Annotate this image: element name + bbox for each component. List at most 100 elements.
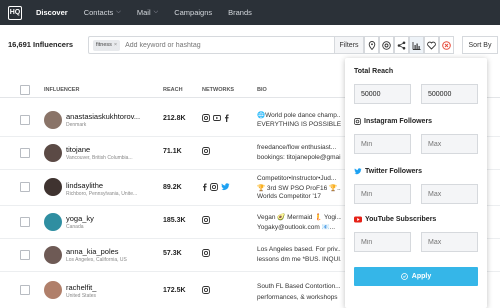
influencer-name[interactable]: yoga_ky (66, 214, 94, 223)
sort-by-button[interactable]: Sort By (462, 36, 498, 54)
influencer-name[interactable]: rachelfit_ (66, 283, 96, 292)
twitter-icon (221, 183, 230, 191)
twitter-followers-label: Twitter Followers (354, 168, 422, 175)
check-circle-icon (400, 273, 408, 280)
avatar[interactable] (44, 213, 62, 231)
instagram-icon (354, 118, 361, 125)
avatar[interactable] (44, 246, 62, 264)
networks (202, 286, 210, 294)
influencer-name[interactable]: lindsaylithe (66, 181, 103, 190)
keyword-chip[interactable]: fitness × (93, 39, 121, 51)
location-filter-button[interactable] (364, 36, 379, 54)
apply-label: Apply (411, 273, 432, 280)
instagram-icon (202, 114, 210, 122)
reach-value: 185.3K (163, 217, 186, 224)
bio-line: freedance/flow enthusiast... (257, 144, 337, 151)
bio-line: lessons dm me *BUS. INQUI... (257, 256, 341, 263)
email-filter-button[interactable] (379, 36, 394, 54)
influencer-location: Vancouver, British Columbia... (66, 155, 133, 161)
networks (202, 249, 210, 257)
row-checkbox[interactable] (20, 250, 30, 260)
facebook-icon (225, 114, 229, 122)
favorites-filter-button[interactable] (424, 36, 439, 54)
youtube-min-input[interactable] (354, 232, 411, 252)
reach-value: 89.2K (163, 184, 182, 191)
youtube-subscribers-label: YouTube Subscribers (354, 216, 436, 223)
avatar[interactable] (44, 111, 62, 129)
nav-label: Mail (136, 8, 151, 17)
nav-mail[interactable]: Mail ⌵ (137, 8, 158, 17)
heart-icon (427, 41, 436, 50)
nav-campaigns[interactable]: Campaigns (174, 8, 212, 17)
avatar[interactable] (44, 178, 62, 196)
col-influencer[interactable]: INFLUENCER (44, 87, 79, 93)
reach-value: 172.5K (163, 287, 186, 294)
logo[interactable]: HQ (8, 5, 22, 20)
networks (202, 183, 230, 191)
bar-chart-icon (412, 41, 421, 50)
share-filter-button[interactable] (394, 36, 409, 54)
select-all-checkbox[interactable] (20, 85, 30, 95)
bio-line: performances, & workshops (257, 294, 338, 301)
toolbar: 16,691 Influencers fitness × Filters Sor… (0, 34, 500, 56)
bio-line: Los Angeles based. For priv... (257, 246, 341, 253)
networks (202, 114, 229, 122)
bio-line: bookings: titojanepole@gmail... (257, 154, 341, 161)
networks (202, 216, 210, 224)
influencer-location: Richboro, Pennsylvania, Unite... (66, 191, 138, 197)
youtube-max-input[interactable] (421, 232, 478, 252)
total-reach-max-input[interactable] (421, 84, 478, 104)
twitter-max-input[interactable] (421, 184, 478, 204)
youtube-icon (213, 115, 221, 121)
youtube-icon (354, 216, 362, 223)
search-bar[interactable]: fitness × (88, 36, 336, 54)
chevron-down-icon: ⌵ (153, 9, 159, 15)
remove-icon (442, 40, 451, 50)
filters-button[interactable]: Filters (334, 36, 364, 54)
bio-line: South FL Based Contortion... (257, 283, 341, 290)
instagram-icon (202, 249, 210, 257)
instagram-min-input[interactable] (354, 134, 411, 154)
close-icon[interactable]: × (114, 42, 117, 48)
facebook-icon (203, 183, 207, 191)
instagram-max-input[interactable] (421, 134, 478, 154)
row-checkbox[interactable] (20, 148, 30, 158)
influencer-location: Los Angeles, California, US (66, 257, 127, 263)
nav-discover[interactable]: Discover (36, 8, 68, 17)
nav-brands[interactable]: Brands (228, 8, 252, 17)
section-label: Twitter Followers (365, 168, 423, 175)
influencer-name[interactable]: anastasiaskukhtorov... (66, 112, 140, 121)
col-reach[interactable]: REACH (163, 87, 183, 93)
influencer-name[interactable]: anna_kia_poles (66, 247, 119, 256)
chevron-down-icon: ⌵ (116, 9, 121, 15)
row-checkbox[interactable] (20, 285, 30, 295)
map-pin-icon (368, 40, 375, 50)
row-checkbox[interactable] (20, 115, 30, 125)
twitter-min-input[interactable] (354, 184, 411, 204)
audience-filter-button[interactable] (409, 36, 424, 54)
bio-line: Worlds Competitor '17 (257, 193, 321, 200)
influencer-location: Canada (66, 224, 84, 230)
avatar[interactable] (44, 144, 62, 162)
nav-label: Discover (36, 8, 68, 17)
apply-button[interactable]: Apply (354, 267, 478, 286)
row-checkbox[interactable] (20, 217, 30, 227)
at-sign-icon (382, 40, 391, 50)
results-count: 16,691 Influencers (8, 40, 74, 49)
total-reach-min-input[interactable] (354, 84, 411, 104)
audience-filter-panel: Total Reach Instagram Followers Twitter … (345, 58, 487, 308)
row-checkbox[interactable] (20, 182, 30, 192)
bio-line: Vegan 🥑 Mermaid 🧜 Yogi... (257, 214, 341, 221)
avatar[interactable] (44, 281, 62, 299)
instagram-followers-label: Instagram Followers (354, 118, 432, 125)
instagram-icon (210, 183, 218, 191)
bio-line: Yogaky@outlook.com 📧... (257, 224, 336, 231)
nav-contacts[interactable]: Contacts ⌵ (84, 8, 121, 17)
top-nav: HQ Discover Contacts ⌵ Mail ⌵ Campaigns Br… (0, 0, 500, 25)
clear-filters-button[interactable] (439, 36, 454, 54)
bio-line: Competitor•Instructor•Jud... (257, 175, 337, 182)
search-input[interactable] (125, 41, 276, 49)
influencer-name[interactable]: titojane (66, 145, 90, 154)
bio-line: 🏆 3rd SW PSO ProF16 🏆... (257, 185, 341, 192)
reach-value: 212.8K (163, 115, 186, 122)
